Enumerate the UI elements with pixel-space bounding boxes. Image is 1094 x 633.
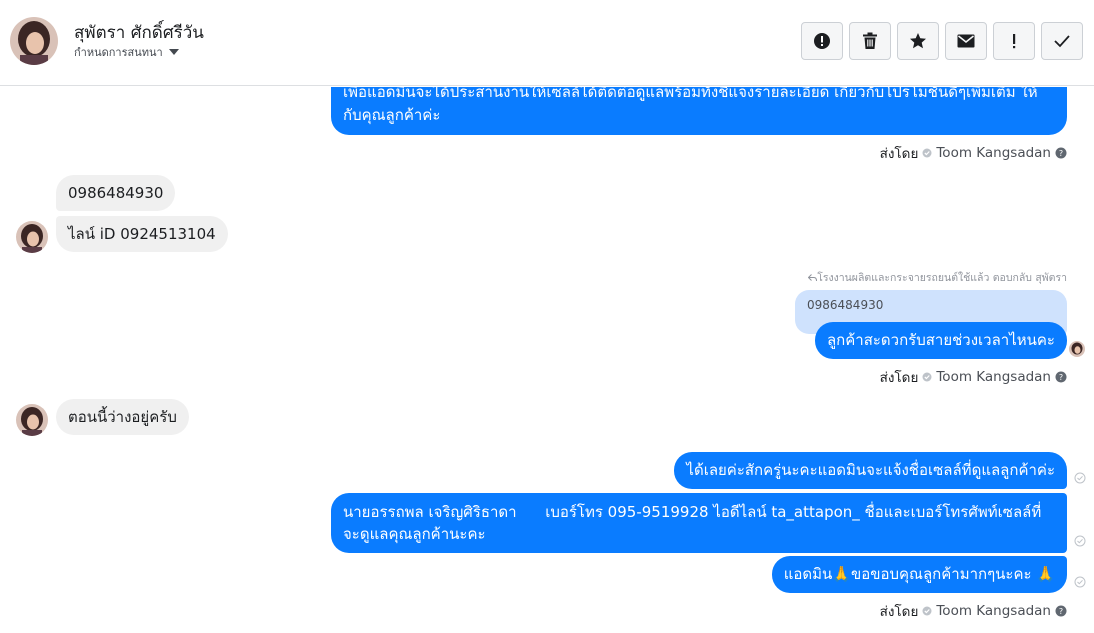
assign-conversation-label: กำหนดการสนทนา bbox=[74, 46, 163, 59]
check-icon bbox=[1054, 35, 1070, 48]
seen-avatar bbox=[1069, 341, 1085, 357]
contact-avatar[interactable] bbox=[10, 17, 58, 65]
sent-by-line: ส่งโดย Toom Kangsadan ? bbox=[880, 366, 1067, 388]
seen-check-icon bbox=[1074, 535, 1086, 547]
svg-text:?: ? bbox=[1059, 149, 1063, 158]
sender-name[interactable]: Toom Kangsadan bbox=[936, 145, 1051, 161]
conversation-header: สุพัตรา ศักดิ์ศรีวัน กำหนดการสนทนา bbox=[0, 0, 1094, 86]
sent-by-prefix: ส่งโดย bbox=[879, 370, 919, 386]
delete-button[interactable] bbox=[849, 22, 891, 60]
contact-name: สุพัตรา ศักดิ์ศรีวัน bbox=[74, 23, 204, 43]
contact-avatar-small[interactable] bbox=[16, 404, 48, 436]
mark-spam-button[interactable] bbox=[801, 22, 843, 60]
outgoing-message[interactable]: ลูกค้าสะดวกรับสายช่วงเวลาไหนคะ bbox=[814, 322, 1067, 359]
help-icon[interactable]: ? bbox=[1055, 371, 1067, 383]
message-text: แอดมิน🙏ขอขอบคุณลูกค้ามากๆนะคะ 🙏 bbox=[783, 565, 1055, 583]
sent-by-line: ส่งโดย Toom Kangsadan ? bbox=[880, 142, 1067, 164]
seen-check-icon bbox=[1074, 576, 1086, 588]
mark-unread-button[interactable] bbox=[945, 22, 987, 60]
envelope-icon bbox=[957, 34, 975, 48]
sender-name[interactable]: Toom Kangsadan bbox=[936, 603, 1051, 619]
sent-by-line: ส่งโดย Toom Kangsadan ? bbox=[880, 600, 1067, 622]
incoming-message[interactable]: ตอนนี้ว่างอยู่ครับ bbox=[56, 399, 189, 435]
assign-conversation-dropdown[interactable]: กำหนดการสนทนา bbox=[74, 43, 179, 61]
verified-icon bbox=[922, 148, 932, 158]
message-text: ตอนนี้ว่างอยู่ครับ bbox=[68, 408, 177, 426]
message-text: เพื่อแอดมินจะได้ประสานงานให้เซลล์ได้ติดต… bbox=[343, 87, 1038, 124]
message-text: นายอรรถพล เจริญศิริธาดา เบอร์โทร 095-951… bbox=[343, 503, 1042, 543]
svg-text:?: ? bbox=[1059, 373, 1063, 382]
reply-note: โรงงานผลิตและกระจายรถยนต์ใช้แล้ว ตอบกลับ… bbox=[807, 269, 1067, 286]
follow-up-button[interactable] bbox=[993, 22, 1035, 60]
trash-icon bbox=[863, 32, 877, 49]
sent-by-prefix: ส่งโดย bbox=[879, 146, 919, 162]
conversation-thread: เพื่อแอดมินจะได้ประสานงานให้เซลล์ได้ติดต… bbox=[0, 87, 1094, 633]
exclamation-icon bbox=[1013, 34, 1016, 49]
message-text: ไลน์ iD 0924513104 bbox=[68, 225, 216, 243]
verified-icon bbox=[922, 606, 932, 616]
mark-done-button[interactable] bbox=[1041, 22, 1083, 60]
verified-icon bbox=[922, 372, 932, 382]
incoming-message[interactable]: ไลน์ iD 0924513104 bbox=[56, 216, 228, 252]
toolbar bbox=[801, 22, 1083, 60]
incoming-message[interactable]: 0986484930 bbox=[56, 175, 176, 211]
svg-text:?: ? bbox=[1059, 607, 1063, 616]
alert-circle-icon bbox=[814, 33, 830, 49]
outgoing-message[interactable]: แอดมิน🙏ขอขอบคุณลูกค้ามากๆนะคะ 🙏 bbox=[771, 556, 1067, 593]
help-icon[interactable]: ? bbox=[1055, 605, 1067, 617]
help-icon[interactable]: ? bbox=[1055, 147, 1067, 159]
sender-name[interactable]: Toom Kangsadan bbox=[936, 369, 1051, 385]
sent-by-prefix: ส่งโดย bbox=[879, 604, 919, 620]
message-text: ได้เลยค่ะสักครู่นะคะแอดมินจะแจ้งชื่อเซลล… bbox=[686, 461, 1055, 479]
message-text: 0986484930 bbox=[68, 184, 164, 202]
outgoing-message[interactable]: ได้เลยค่ะสักครู่นะคะแอดมินจะแจ้งชื่อเซลล… bbox=[674, 452, 1067, 489]
star-button[interactable] bbox=[897, 22, 939, 60]
outgoing-message[interactable]: นายอรรถพล เจริญศิริธาดา เบอร์โทร 095-951… bbox=[331, 493, 1067, 553]
quoted-text: 0986484930 bbox=[807, 298, 884, 312]
star-icon bbox=[910, 33, 926, 49]
reply-arrow-icon bbox=[807, 274, 818, 282]
chevron-down-icon bbox=[168, 49, 179, 55]
outgoing-message[interactable]: เพื่อแอดมินจะได้ประสานงานให้เซลล์ได้ติดต… bbox=[331, 87, 1067, 135]
contact-avatar-small[interactable] bbox=[16, 221, 48, 253]
seen-check-icon bbox=[1074, 472, 1086, 484]
message-text: ลูกค้าสะดวกรับสายช่วงเวลาไหนคะ bbox=[826, 331, 1055, 349]
